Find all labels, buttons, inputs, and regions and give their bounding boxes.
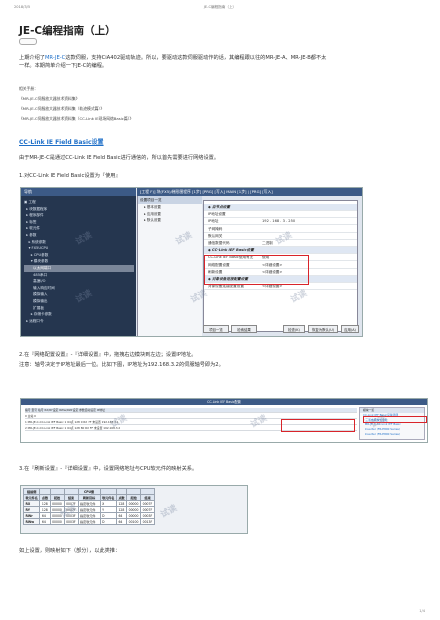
step-3-caption: 3.在『刷新设置』-『详细设置』中，设置网络地址与CPU软元件的映射关系。 (19, 466, 198, 472)
setting-key: IP地址设置 (208, 212, 226, 217)
intro-line-1: 上期介绍了MR-JE-C这款伺服，支持CiA402驱动轨迹。所以，要驱动这款伺服… (19, 55, 326, 63)
tree-item[interactable]: 扩展板 (24, 305, 134, 312)
module-list-item[interactable]: Inverter (FR-E800 Series) (360, 432, 424, 437)
tree-item[interactable]: ▸ 参数 (24, 232, 134, 239)
table-cell: 软元件名 (99, 494, 117, 501)
setting-item-list: 设置项目一览 ▸ 基本设置 ▸ 应用设置 ▸ 默认设置 (137, 196, 202, 336)
module-highlight-box (363, 416, 427, 423)
button-row: 项目一览 检索结果 检查(K) 恢复为默认(U) 应用(A) (203, 325, 359, 334)
paragraph-1: 由于MR-JE-C是通过CC-Link IE Field Basic进行通信的，… (19, 155, 220, 161)
page-number: 1/4 (419, 609, 425, 613)
tree-item[interactable]: ▸ 程序部件 (24, 212, 134, 219)
ref-item: 《MR-JE-C伺服放大器技术资料集（CC-Link IE现场网络Basic篇）… (19, 116, 134, 121)
table-cell[interactable]: RWw (22, 518, 41, 525)
setting-key: IP地址 (208, 219, 219, 224)
setting-key: ◆ 自节点设置 (208, 205, 230, 209)
tree-item[interactable]: 高速I/O (24, 278, 134, 285)
table-row: RWw 64 00000 0003F 指定软元件 D 64 00100 0013F (22, 518, 156, 525)
refs-label: 相关手册： (19, 86, 38, 91)
setting-row[interactable]: 子网掩码 (204, 226, 357, 233)
header-title: JE-C编程指南（上） (203, 5, 237, 9)
intro-pre: 上期介绍了 (19, 55, 45, 61)
setting-row[interactable]: 默认网关 (204, 233, 357, 240)
table-cell: 软元件名 (22, 494, 41, 501)
table-cell[interactable]: 0003F (63, 518, 79, 525)
table-cell[interactable]: 00000 (49, 518, 65, 525)
tree-item[interactable]: ▸ 存储卡参数 (24, 311, 134, 318)
tree-item[interactable]: 485串口 (24, 272, 134, 279)
tree-item[interactable]: ▸ 标签 (24, 219, 134, 226)
navigation-title: 导航 (21, 188, 136, 196)
setting-list-title: 设置项目一览 (138, 196, 202, 204)
tree-item[interactable]: 以太网端口 (24, 264, 134, 272)
network-config-screenshot: CC-Link IEF Basic配置 编号 型号 站号 RX/RY设定 RWw… (20, 398, 428, 443)
step-1-caption: 1.对CC-Link IE Field Basic设置为『使用』 (19, 173, 121, 179)
navigation-pane: 导航 ▣ 工程 ▸ 块数据程序 ▸ 程序部件 ▸ 标签 ▸ 软元件 ▸ 参数 ▸… (21, 188, 136, 336)
setting-list-item[interactable]: ▸ 默认设置 (138, 217, 202, 224)
tree-item[interactable]: 模拟输出 (24, 298, 134, 305)
setting-value[interactable]: 192 . 168 . 3 . 250 (262, 218, 295, 225)
config-header-row: 编号 型号 站号 RX/RY设定 RWw/RWr设定 参数自动设定 IP地址 (25, 408, 357, 413)
section-heading: CC-Link IE Field Basic设置 (19, 139, 104, 146)
table-cell[interactable]: 0013F (140, 518, 156, 525)
check-button[interactable]: 检查(K) (283, 325, 305, 333)
tree-item[interactable]: ▸ 软元件 (24, 225, 134, 232)
tree-item[interactable]: ▸ 块数据程序 (24, 206, 134, 213)
setting-row[interactable]: ◆ CC-Link IEF Basic设置 (204, 247, 357, 255)
project-list-tab[interactable]: 项目一览 (203, 325, 229, 333)
highlight-box (204, 255, 309, 285)
tree-item[interactable]: ▸ CPU参数 (24, 252, 134, 259)
table-cell[interactable]: 指定软元件 (77, 518, 101, 525)
table-header-row: 软元件名 点数 起始 结束 刷新目标 软元件名 点数 起始 结束 (22, 494, 156, 501)
setting-key: 子网掩码 (208, 226, 223, 231)
tree-item[interactable]: ▸ 系统参数 (24, 239, 134, 246)
title-toggle-button[interactable] (19, 38, 37, 45)
setting-row[interactable]: IP地址 192 . 168 . 3 . 250 (204, 218, 357, 226)
document-title: JE-C编程指南（上） (19, 25, 116, 37)
setting-row[interactable]: 通信数据代码 二进制 (204, 240, 357, 247)
tree-item[interactable]: ▾ FX5UCPU (24, 245, 134, 252)
setting-row[interactable]: ◆ 自节点设置 (204, 204, 357, 211)
setting-row[interactable]: IP地址设置 (204, 211, 357, 219)
table-cell[interactable]: 64 (39, 518, 51, 525)
intro-product-link[interactable]: MR-JE-C (45, 55, 65, 61)
refresh-table: 链接侧 CPU侧 软元件名 点数 起始 结束 刷新目标 软元件名 点数 起始 结束 RX 128 0000… (22, 488, 156, 525)
tree-item[interactable]: ▸ 远程口令 (24, 318, 134, 325)
step-2-note: 注意：轴号决定于IP地址最后一位。比如下图，IP地址为192.168.3.2的伺… (19, 362, 224, 368)
search-result-tab[interactable]: 检索结果 (231, 325, 257, 333)
intro-line-2: 一样。本期简单介绍一下JE-C的编程。 (19, 63, 108, 69)
intro-post: 这款伺服，支持CiA402驱动轨迹。所以，要驱动这款伺服驱动作的话，其编程跟以往… (65, 55, 327, 61)
paragraph-end: 如上设置，则映射如下（部分），以此类推： (19, 548, 121, 554)
apply-button[interactable]: 应用(A) (341, 325, 359, 333)
setting-key: 通信数据代码 (208, 241, 230, 245)
refresh-settings-screenshot: 链接侧 CPU侧 软元件名 点数 起始 结束 刷新目标 软元件名 点数 起始 结束 RX 128 0000… (20, 485, 248, 534)
setting-key: ◆ CC-Link IEF Basic设置 (208, 248, 254, 253)
tree-item[interactable]: 模拟输入 (24, 291, 134, 298)
module-list-pane: 模块一览 CC-Link IEF Basic设备选择 ▾ 三菱电机株式会社 MR-J… (359, 407, 425, 440)
project-tree: ▣ 工程 ▸ 块数据程序 ▸ 程序部件 ▸ 标签 ▸ 软元件 ▸ 参数 ▸ 系统… (24, 199, 134, 324)
setting-key: 默认网关 (208, 233, 223, 238)
gx-works-screenshot: 导航 ▣ 工程 ▸ 块数据程序 ▸ 程序部件 ▸ 标签 ▸ 软元件 ▸ 参数 ▸… (20, 187, 363, 337)
step-2-caption: 2.在『网络配置设置』-『详细设置』中，拖拽右边模块到左边；设置IP地址。 (19, 352, 197, 358)
tree-item[interactable]: 输入响应时间 (24, 285, 134, 292)
table-cell[interactable]: 64 (115, 518, 128, 525)
page-header: 2018/3/5 JE-C编程指南（上） (14, 5, 426, 15)
ref-item: 《MR-JE-C伺服放大器技术资料集（轨迹模式篇）》 (19, 106, 105, 111)
network-config-title: CC-Link IEF Basic配置 (21, 399, 427, 405)
tree-item[interactable]: ▾ 模块参数 (24, 258, 134, 265)
ref-item: 《MR-JE-C伺服放大器技术资料集》 (19, 96, 80, 101)
table-cell[interactable]: D (99, 518, 117, 525)
setting-value[interactable]: 二进制 (262, 240, 273, 247)
editor-tab-bar[interactable]: [工程 F)] 块(FX5)/梯形图程序 [1步] [PRG] [写入] MAI… (137, 188, 362, 196)
table-cell[interactable]: 00100 (126, 518, 142, 525)
ip-highlight-box (281, 419, 355, 432)
tree-item[interactable]: ▣ 工程 (24, 199, 134, 206)
restore-default-button[interactable]: 恢复为默认(U) (308, 325, 338, 333)
